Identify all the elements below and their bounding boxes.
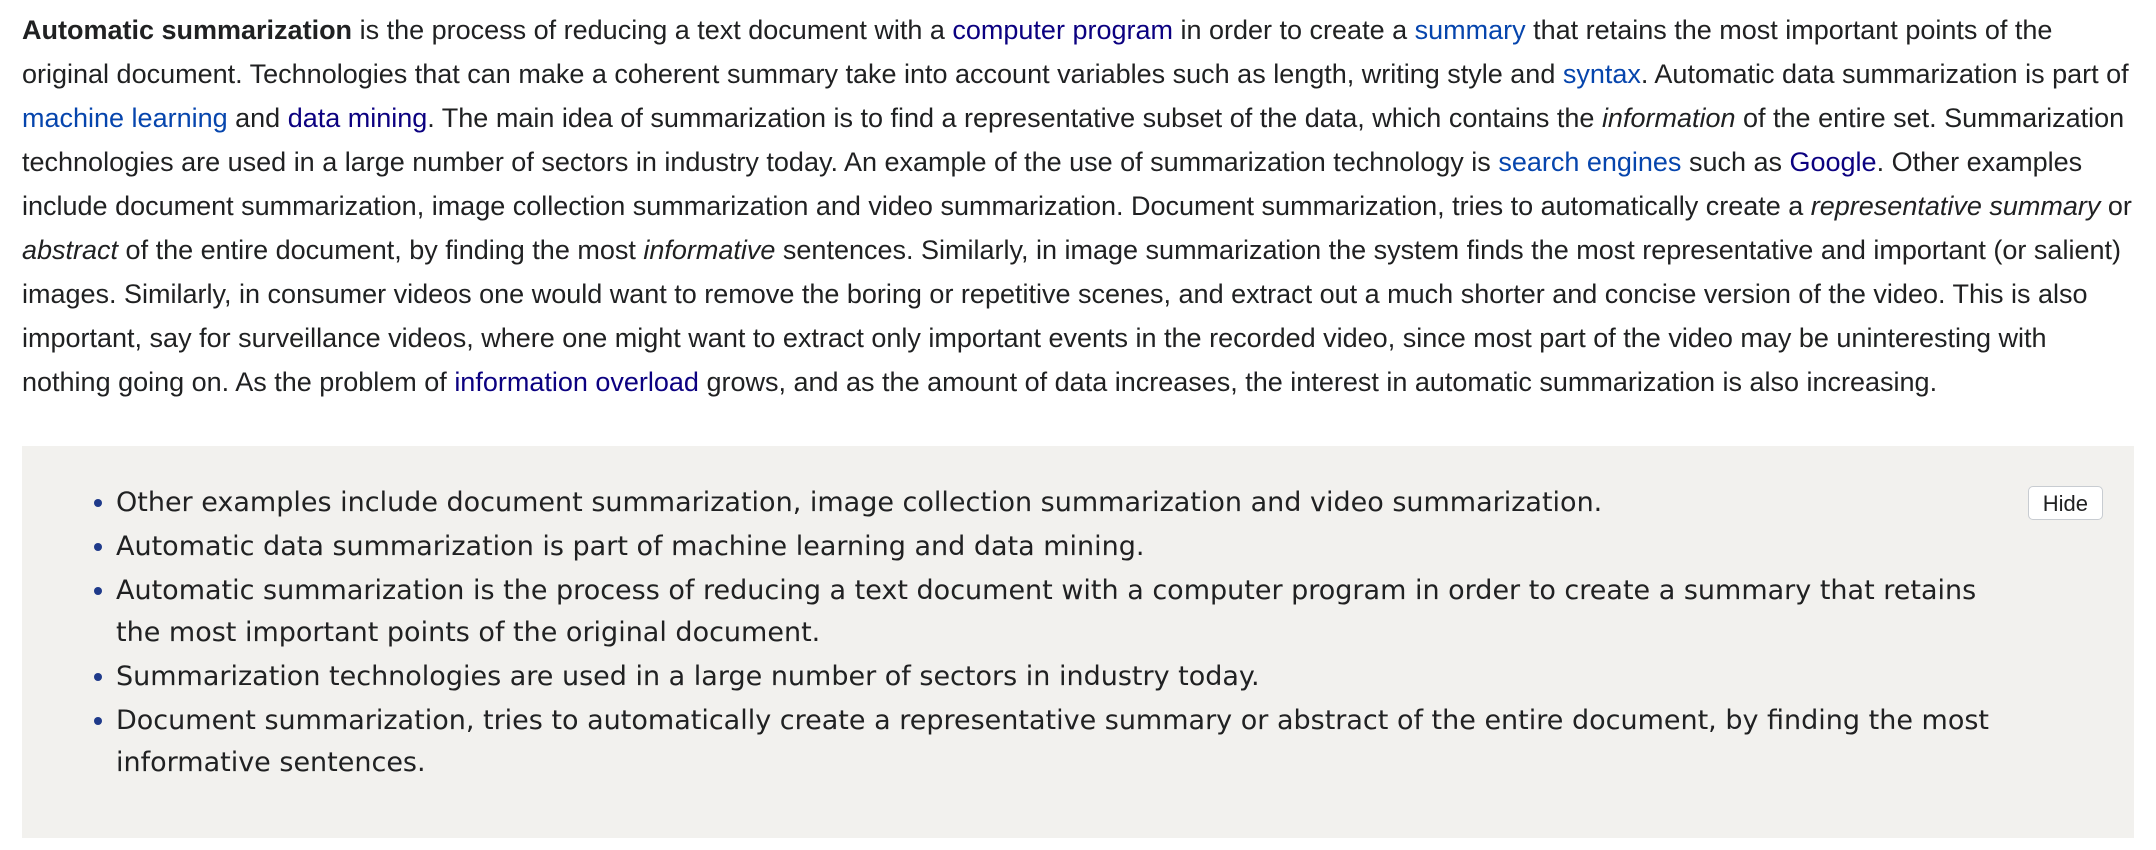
hide-button[interactable]: Hide [2027, 486, 2103, 520]
text-segment: . The main idea of summarization is to f… [427, 103, 1602, 133]
summary-list: Other examples include document summariz… [62, 482, 2022, 786]
summary-list-item: Document summarization, tries to automat… [62, 700, 2022, 784]
bold-term: Automatic summarization [22, 15, 353, 45]
italic-term: abstract [22, 235, 119, 265]
summary-item-text: Automatic summarization is the process o… [116, 575, 1977, 648]
summary-list-item: Automatic data summarization is part of … [62, 526, 2022, 568]
link-computer-program[interactable]: computer program [952, 15, 1173, 45]
link-machine-learning[interactable]: machine learning [22, 103, 228, 133]
bullet-icon [94, 717, 102, 725]
bullet-icon [94, 543, 102, 551]
summary-list-item: Other examples include document summariz… [62, 482, 2022, 524]
text-segment: and [227, 103, 288, 133]
bullet-icon [94, 499, 102, 507]
article-paragraph: Automatic summarization is the process o… [22, 8, 2138, 404]
text-segment: in order to create a [1172, 15, 1415, 45]
italic-term: representative summary [1810, 191, 2101, 221]
summary-list-item: Automatic summarization is the process o… [62, 570, 2022, 654]
text-segment: . Automatic data summarization is part o… [1640, 59, 2129, 89]
text-segment: of the entire document, by finding the m… [118, 235, 644, 265]
summary-panel: Hide Other examples include document sum… [22, 446, 2134, 838]
summary-item-text: Other examples include document summariz… [116, 487, 1603, 518]
italic-term: information [1601, 103, 1736, 133]
text-segment: is the process of reducing a text docume… [352, 15, 953, 45]
link-summary[interactable]: summary [1415, 15, 1526, 45]
link-information-overload[interactable]: information overload [454, 367, 699, 397]
summary-item-text: Automatic data summarization is part of … [116, 531, 1145, 562]
bullet-icon [94, 587, 102, 595]
article-body: Automatic summarization is the process o… [22, 8, 2138, 404]
summary-list-item: Summarization technologies are used in a… [62, 656, 2022, 698]
italic-term: informative [643, 235, 776, 265]
summary-item-text: Document summarization, tries to automat… [116, 705, 1990, 778]
text-segment: grows, and as the amount of data increas… [698, 367, 1938, 397]
summary-item-text: Summarization technologies are used in a… [116, 661, 1260, 692]
link-data-mining[interactable]: data mining [288, 103, 428, 133]
link-syntax[interactable]: syntax [1563, 59, 1641, 89]
link-google[interactable]: Google [1790, 147, 1877, 177]
bullet-icon [94, 673, 102, 681]
link-search-engines[interactable]: search engines [1498, 147, 1681, 177]
text-segment: or [2100, 191, 2132, 221]
text-segment: such as [1681, 147, 1790, 177]
